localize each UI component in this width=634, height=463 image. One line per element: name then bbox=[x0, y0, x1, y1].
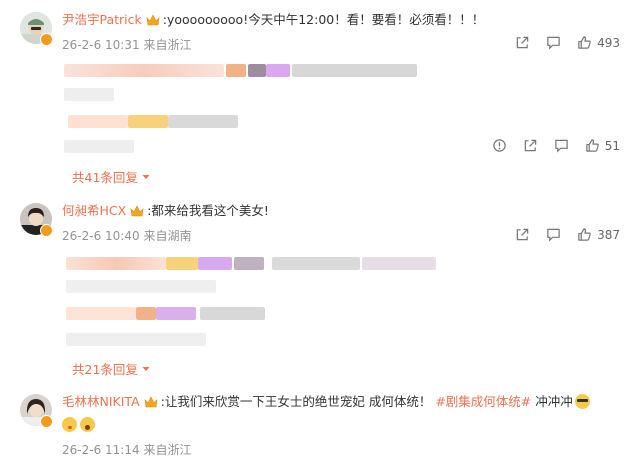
view-replies-link[interactable]: 共21条回复 bbox=[72, 359, 150, 378]
comment-actions: 493 bbox=[499, 35, 620, 50]
comment-icon bbox=[554, 139, 568, 153]
comment-date: 26-2-6 10:31 bbox=[62, 38, 140, 52]
verified-badge-icon bbox=[40, 415, 53, 428]
comment-location: 来自湖南 bbox=[143, 229, 192, 243]
comment-icon bbox=[547, 228, 560, 242]
like-button[interactable]: 493 bbox=[577, 35, 620, 50]
comment-button[interactable] bbox=[546, 227, 561, 242]
comment-text-after: 冲冲冲 bbox=[535, 394, 573, 409]
comment-button[interactable] bbox=[546, 35, 561, 50]
comment-meta: 26-2-6 10:31 来自浙江 bbox=[62, 36, 191, 53]
replies-label: 共21条回复 bbox=[72, 362, 138, 377]
comment-text: :yooooooooo!今天中午12:00！看！要看！必须看！！！ bbox=[162, 12, 485, 27]
view-replies-link[interactable]: 共41条回复 bbox=[72, 167, 150, 186]
verified-badge-icon bbox=[40, 224, 53, 237]
comment-meta: 26-2-6 11:14 来自浙江 bbox=[62, 441, 191, 458]
share-button[interactable] bbox=[523, 138, 538, 153]
share-button[interactable] bbox=[515, 35, 530, 50]
comment-icon bbox=[547, 36, 560, 50]
comment-location: 来自浙江 bbox=[143, 443, 192, 457]
like-count: 51 bbox=[604, 138, 620, 153]
replies-label: 共41条回复 bbox=[72, 170, 138, 185]
crown-icon bbox=[130, 205, 144, 217]
like-count: 387 bbox=[597, 227, 620, 242]
like-icon bbox=[578, 228, 591, 241]
emoji-row bbox=[62, 417, 98, 432]
comment-meta: 26-2-6 10:40 来自湖南 bbox=[62, 227, 191, 244]
comment-button[interactable] bbox=[554, 138, 569, 153]
share-icon bbox=[516, 36, 529, 49]
kiss-face-emoji-icon bbox=[62, 417, 77, 432]
reply-actions: 51 bbox=[476, 138, 620, 153]
like-button[interactable]: 387 bbox=[577, 227, 620, 242]
comment-text: :都来给我看这个美女! bbox=[147, 203, 269, 218]
comment-line: 尹浩宇Patrick :yooooooooo!今天中午12:00！看！要看！必须看… bbox=[62, 12, 484, 28]
comment-date: 26-2-6 11:14 bbox=[62, 443, 140, 457]
share-icon bbox=[524, 139, 536, 152]
comment-actions: 387 bbox=[499, 227, 620, 242]
shocked-face-emoji-icon bbox=[80, 417, 95, 432]
comment-line: 何昶希HCX :都来给我看这个美女! bbox=[62, 203, 269, 219]
verified-badge-icon bbox=[40, 33, 53, 46]
like-icon bbox=[578, 36, 591, 49]
comment-text: :让我们来欣赏一下王女士的绝世宠妃 成何体统！ bbox=[160, 394, 432, 409]
crown-icon bbox=[146, 14, 160, 26]
report-icon bbox=[492, 139, 506, 152]
username-link[interactable]: 毛林林NIKITA bbox=[62, 394, 140, 409]
share-button[interactable] bbox=[515, 227, 530, 242]
crown-icon bbox=[144, 396, 158, 408]
report-button[interactable] bbox=[492, 138, 507, 153]
comment-location: 来自浙江 bbox=[143, 38, 192, 52]
chevron-down-icon bbox=[142, 175, 150, 179]
cool-face-emoji-icon bbox=[574, 394, 590, 409]
like-button[interactable]: 51 bbox=[585, 138, 620, 153]
username-link[interactable]: 尹浩宇Patrick bbox=[62, 12, 142, 27]
share-icon bbox=[516, 228, 529, 241]
like-icon bbox=[585, 139, 599, 152]
chevron-down-icon bbox=[142, 367, 150, 371]
comment-line: 毛林林NIKITA :让我们来欣赏一下王女士的绝世宠妃 成何体统！ #剧集成何体统… bbox=[62, 394, 593, 410]
comment-date: 26-2-6 10:40 bbox=[62, 229, 140, 243]
username-link[interactable]: 何昶希HCX bbox=[62, 203, 126, 218]
like-count: 493 bbox=[597, 35, 620, 50]
hashtag-link[interactable]: #剧集成何体统# bbox=[435, 394, 531, 409]
